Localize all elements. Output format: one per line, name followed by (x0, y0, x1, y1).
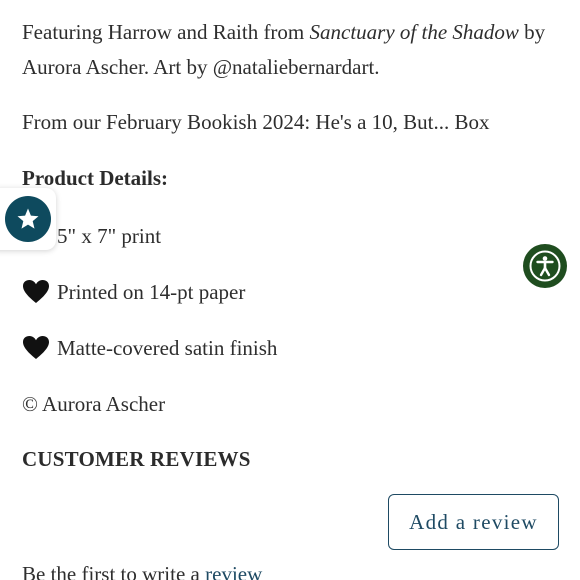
add-review-button[interactable]: Add a review (388, 494, 559, 550)
detail-text: 5" x 7" print (57, 224, 162, 248)
detail-text: Matte-covered satin finish (57, 336, 278, 360)
description-text: by (518, 20, 546, 44)
review-link[interactable]: review (205, 562, 262, 580)
reviews-widget-badge (5, 196, 51, 242)
first-review-text: Be the first to write a (22, 562, 206, 580)
copyright-line: © Aurora Ascher (22, 392, 166, 416)
description-text: Featuring Harrow and Raith from (22, 20, 310, 44)
description-line-1: Featuring Harrow and Raith from Sanctuar… (22, 14, 562, 50)
customer-reviews-heading: CUSTOMER REVIEWS (22, 447, 251, 471)
reviews-widget-button[interactable] (0, 188, 56, 250)
accessibility-button[interactable] (523, 244, 567, 288)
black-heart-icon (23, 336, 49, 359)
description-line-2: Aurora Ascher. Art by @nataliebernardart… (22, 55, 380, 79)
detail-text: Printed on 14-pt paper (57, 280, 246, 304)
book-title: Sanctuary of the Shadow (309, 20, 519, 44)
box-line: From our February Bookish 2024: He's a 1… (22, 110, 490, 134)
first-review-prompt: Be the first to write a review (22, 562, 262, 580)
accessibility-icon (529, 250, 561, 282)
detail-item: Printed on 14-pt paper (22, 278, 245, 306)
detail-item: Matte-covered satin finish (22, 334, 277, 362)
star-icon (17, 208, 39, 229)
black-heart-icon (23, 280, 49, 303)
